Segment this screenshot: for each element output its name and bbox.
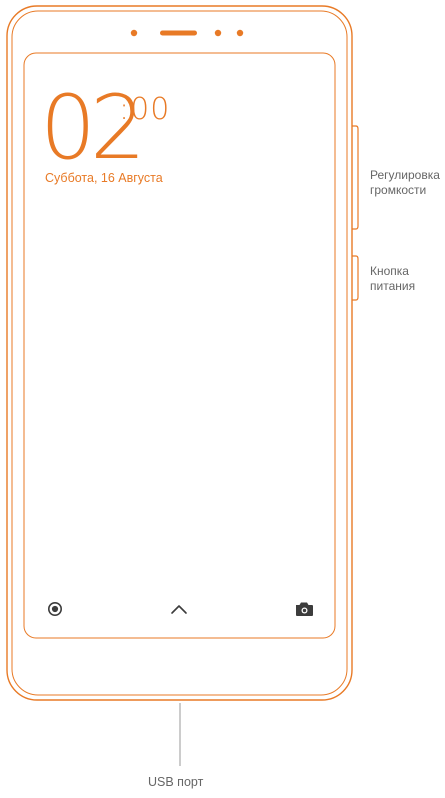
power-button	[352, 255, 359, 301]
power-callout-label: Кнопка питания	[370, 264, 416, 293]
volume-button	[352, 125, 359, 230]
camera-icon	[296, 602, 313, 616]
speaker-grille	[160, 30, 197, 36]
front-camera-dot	[214, 29, 222, 37]
sensor-dot-left	[130, 29, 138, 37]
usb-callout-label: USB порт	[148, 775, 204, 789]
lockscreen-time-minutes: :00	[119, 92, 171, 127]
lockscreen-date: Суббота, 16 Августа	[45, 171, 163, 185]
sensor-dot-right	[236, 29, 244, 37]
chevron-up-icon	[171, 605, 187, 614]
record-circle-icon	[47, 601, 62, 616]
volume-callout-label: Регулировка громкости	[370, 168, 440, 197]
